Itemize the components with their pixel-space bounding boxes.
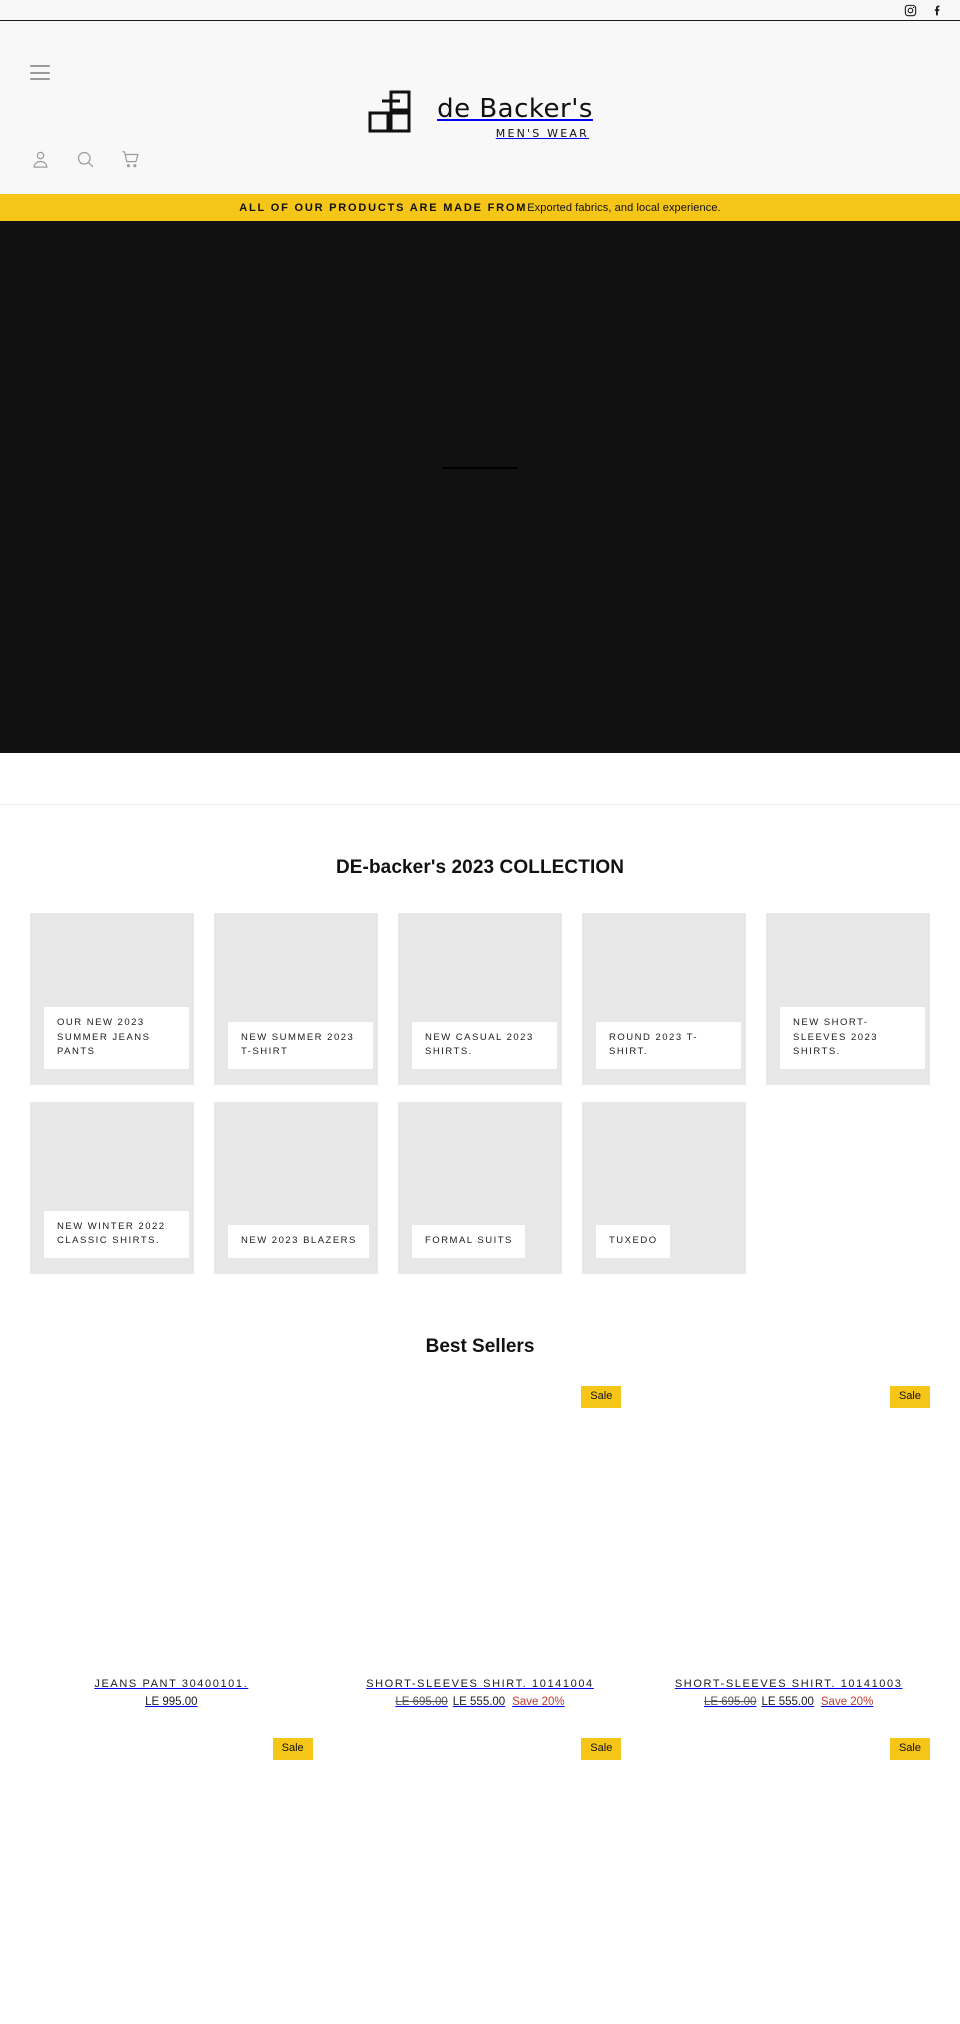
hamburger-menu-icon[interactable] bbox=[30, 65, 50, 80]
hamburger-bar bbox=[30, 65, 50, 67]
collection-card[interactable]: OUR NEW 2023 SUMMER JEANS PANTS bbox=[30, 913, 194, 1085]
collection-grid-row-1: OUR NEW 2023 SUMMER JEANS PANTS NEW SUMM… bbox=[30, 913, 930, 1085]
price-original: LE 695.00 bbox=[395, 1696, 448, 1708]
collection-card-label: NEW CASUAL 2023 SHIRTS. bbox=[412, 1021, 557, 1069]
facebook-icon[interactable] bbox=[931, 4, 944, 17]
status-badge-sale: Sale bbox=[581, 1738, 622, 1760]
product-price: LE 695.00 LE 555.00 Save 20% bbox=[339, 1690, 622, 1708]
announcement-normal: Exported fabrics, and local experience. bbox=[527, 201, 721, 214]
status-badge-sale: Sale bbox=[581, 1386, 622, 1408]
search-icon[interactable] bbox=[75, 149, 96, 170]
cart-icon[interactable] bbox=[120, 149, 141, 170]
best-sellers-section: Best Sellers JEANS PANT 30400101. LE 995… bbox=[0, 1274, 960, 2024]
collection-card[interactable]: NEW SUMMER 2023 T-SHIRT bbox=[214, 913, 378, 1085]
product-title: SHORT-SLEEVES SHIRT. 10141003 bbox=[674, 1678, 903, 1690]
collection-card-label: NEW SUMMER 2023 T-SHIRT bbox=[228, 1021, 373, 1069]
logo-wordmark: de Backer's bbox=[437, 94, 593, 125]
announcement-strong: ALL OF OUR PRODUCTS ARE MADE FROM bbox=[239, 201, 528, 214]
header-utility-icons bbox=[30, 149, 141, 170]
product-title: SHORT-SLEEVES SHIRT. 10141004 bbox=[366, 1678, 594, 1690]
product-grid-row-1: JEANS PANT 30400101. LE 995.00 Sale SHOR… bbox=[30, 1358, 930, 1708]
collection-card-label: TUXEDO bbox=[596, 1225, 670, 1258]
account-icon[interactable] bbox=[30, 149, 51, 170]
price-savings: Save 20% bbox=[512, 1696, 565, 1708]
collection-card-label: NEW WINTER 2022 CLASSIC SHIRTS. bbox=[44, 1210, 189, 1258]
section-spacer bbox=[0, 753, 960, 805]
collection-grid-row-2: NEW WINTER 2022 CLASSIC SHIRTS. NEW 2023… bbox=[30, 1102, 930, 1274]
price-savings: Save 20% bbox=[820, 1696, 874, 1708]
hero-banner[interactable] bbox=[0, 221, 960, 753]
collection-card[interactable]: NEW WINTER 2022 CLASSIC SHIRTS. bbox=[30, 1102, 194, 1274]
collection-card[interactable]: FORMAL SUITS bbox=[398, 1102, 562, 1274]
product-price: LE 995.00 bbox=[30, 1690, 313, 1708]
social-links bbox=[904, 4, 944, 17]
product-card[interactable]: Sale bbox=[647, 1738, 930, 2024]
product-title: JEANS PANT 30400101. bbox=[94, 1678, 249, 1690]
product-grid-row-2: Sale Sale Sale bbox=[30, 1708, 930, 2024]
collection-card[interactable]: NEW CASUAL 2023 SHIRTS. bbox=[398, 913, 562, 1085]
best-sellers-title: Best Sellers bbox=[425, 1336, 535, 1357]
site-logo[interactable]: de Backer's MEN'S WEAR bbox=[0, 89, 960, 147]
product-image bbox=[30, 1386, 313, 1672]
collection-section: DE-backer's 2023 COLLECTION OUR NEW 2023… bbox=[0, 805, 960, 1274]
collection-card[interactable]: TUXEDO bbox=[582, 1102, 746, 1274]
top-social-bar bbox=[0, 0, 960, 21]
status-badge-sale: Sale bbox=[889, 1386, 930, 1408]
collection-card-label: OUR NEW 2023 SUMMER JEANS PANTS bbox=[44, 1006, 189, 1069]
instagram-icon[interactable] bbox=[904, 4, 917, 17]
announcement-bar: ALL OF OUR PRODUCTS ARE MADE FROM Exporte… bbox=[0, 194, 960, 221]
product-card[interactable]: JEANS PANT 30400101. LE 995.00 bbox=[30, 1386, 313, 1708]
collection-card-label: ROUND 2023 T-SHIRT. bbox=[596, 1021, 741, 1069]
price-current: LE 995.00 bbox=[145, 1696, 198, 1708]
product-image: Sale bbox=[338, 1386, 622, 1672]
product-card[interactable]: Sale SHORT-SLEEVES SHIRT. 10141003 LE 69… bbox=[647, 1386, 930, 1708]
collection-title: DE-backer's 2023 COLLECTION bbox=[335, 857, 625, 878]
product-image: Sale bbox=[30, 1738, 313, 2024]
collection-card[interactable]: NEW SHORT-SLEEVES 2023 SHIRTS. bbox=[766, 913, 930, 1085]
collection-card-label: NEW SHORT-SLEEVES 2023 SHIRTS. bbox=[780, 1006, 925, 1069]
status-badge-sale: Sale bbox=[889, 1738, 930, 1760]
collection-card[interactable]: NEW 2023 BLAZERS bbox=[214, 1102, 378, 1274]
hero-divider bbox=[442, 467, 518, 469]
price-original: LE 695.00 bbox=[704, 1696, 757, 1708]
logo-mark-icon bbox=[367, 89, 425, 147]
hamburger-bar bbox=[30, 71, 50, 74]
logo-tagline: MEN'S WEAR bbox=[495, 126, 589, 140]
product-card[interactable]: Sale SHORT-SLEEVES SHIRT. 10141004 LE 69… bbox=[338, 1386, 622, 1708]
price-current: LE 555.00 bbox=[452, 1696, 506, 1708]
product-card[interactable]: Sale bbox=[338, 1738, 622, 2024]
product-card[interactable]: Sale bbox=[30, 1738, 313, 2024]
hamburger-bar bbox=[30, 78, 50, 80]
product-image: Sale bbox=[338, 1738, 622, 2024]
price-current: LE 555.00 bbox=[761, 1696, 814, 1708]
product-image: Sale bbox=[647, 1386, 930, 1672]
collection-card[interactable]: ROUND 2023 T-SHIRT. bbox=[582, 913, 746, 1085]
collection-card-label: FORMAL SUITS bbox=[412, 1225, 525, 1258]
product-price: LE 695.00 LE 555.00 Save 20% bbox=[647, 1690, 930, 1708]
site-header: de Backer's MEN'S WEAR bbox=[0, 21, 960, 194]
status-badge-sale: Sale bbox=[272, 1738, 313, 1760]
collection-card-label: NEW 2023 BLAZERS bbox=[228, 1225, 369, 1258]
product-image: Sale bbox=[647, 1738, 930, 2024]
